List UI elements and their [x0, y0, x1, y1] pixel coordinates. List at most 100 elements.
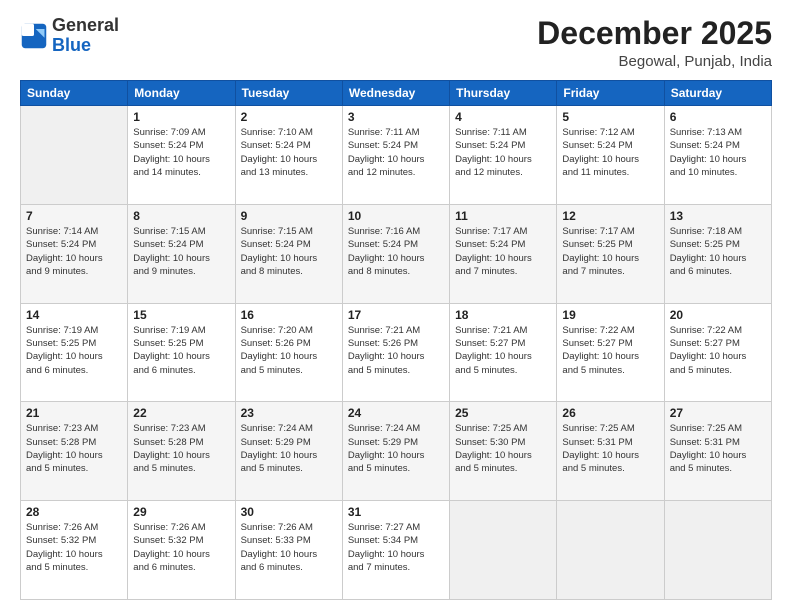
logo: General Blue — [20, 16, 119, 56]
calendar-table: SundayMondayTuesdayWednesdayThursdayFrid… — [20, 80, 772, 600]
header-day-sunday: Sunday — [21, 81, 128, 106]
day-info: Sunrise: 7:25 AM Sunset: 5:30 PM Dayligh… — [455, 422, 551, 475]
header: General Blue December 2025 Begowal, Punj… — [20, 16, 772, 70]
calendar-cell: 14Sunrise: 7:19 AM Sunset: 5:25 PM Dayli… — [21, 303, 128, 402]
day-info: Sunrise: 7:14 AM Sunset: 5:24 PM Dayligh… — [26, 225, 122, 278]
day-number: 31 — [348, 505, 444, 519]
calendar-cell: 15Sunrise: 7:19 AM Sunset: 5:25 PM Dayli… — [128, 303, 235, 402]
day-info: Sunrise: 7:27 AM Sunset: 5:34 PM Dayligh… — [348, 521, 444, 574]
day-number: 18 — [455, 308, 551, 322]
calendar-cell: 1Sunrise: 7:09 AM Sunset: 5:24 PM Daylig… — [128, 106, 235, 205]
calendar-cell — [21, 106, 128, 205]
calendar-cell: 16 Sunrise: 7:20 AM Sunset: 5:26 PM Dayli… — [235, 303, 342, 402]
day-info: Sunrise: 7:25 AM Sunset: 5:31 PM Dayligh… — [562, 422, 658, 475]
month-title: December 2025 — [537, 16, 772, 51]
day-info: Sunrise: 7:17 AM Sunset: 5:25 PM Dayligh… — [562, 225, 658, 278]
calendar-cell: 25Sunrise: 7:25 AM Sunset: 5:30 PM Dayli… — [450, 402, 557, 501]
day-number: 28 — [26, 505, 122, 519]
calendar-cell: 27 Sunrise: 7:25 AM Sunset: 5:31 PM Dayli… — [664, 402, 771, 501]
day-number: 13 — [670, 209, 766, 223]
header-day-wednesday: Wednesday — [342, 81, 449, 106]
calendar-cell: 18 Sunrise: 7:21 AM Sunset: 5:27 PM Dayli… — [450, 303, 557, 402]
day-number: 5 — [562, 110, 658, 124]
calendar-cell: 23Sunrise: 7:24 AM Sunset: 5:29 PM Dayli… — [235, 402, 342, 501]
day-number: 24 — [348, 406, 444, 420]
calendar-cell: 3 Sunrise: 7:11 AM Sunset: 5:24 PM Daylig… — [342, 106, 449, 205]
day-number: 11 — [455, 209, 551, 223]
calendar-header: SundayMondayTuesdayWednesdayThursdayFrid… — [21, 81, 772, 106]
day-number: 8 — [133, 209, 229, 223]
calendar-cell: 26Sunrise: 7:25 AM Sunset: 5:31 PM Dayli… — [557, 402, 664, 501]
logo-icon — [20, 22, 48, 50]
header-day-saturday: Saturday — [664, 81, 771, 106]
calendar-cell: 21Sunrise: 7:23 AM Sunset: 5:28 PM Dayli… — [21, 402, 128, 501]
day-number: 2 — [241, 110, 337, 124]
day-number: 3 — [348, 110, 444, 124]
day-info: Sunrise: 7:15 AM Sunset: 5:24 PM Dayligh… — [241, 225, 337, 278]
header-day-tuesday: Tuesday — [235, 81, 342, 106]
day-info: Sunrise: 7:21 AM Sunset: 5:26 PM Dayligh… — [348, 324, 444, 377]
calendar-cell: 24 Sunrise: 7:24 AM Sunset: 5:29 PM Dayli… — [342, 402, 449, 501]
day-info: Sunrise: 7:10 AM Sunset: 5:24 PM Dayligh… — [241, 126, 337, 179]
header-row: SundayMondayTuesdayWednesdayThursdayFrid… — [21, 81, 772, 106]
day-number: 4 — [455, 110, 551, 124]
calendar-cell: 20 Sunrise: 7:22 AM Sunset: 5:27 PM Dayli… — [664, 303, 771, 402]
day-info: Sunrise: 7:17 AM Sunset: 5:24 PM Dayligh… — [455, 225, 551, 278]
day-info: Sunrise: 7:11 AM Sunset: 5:24 PM Dayligh… — [455, 126, 551, 179]
day-number: 27 — [670, 406, 766, 420]
day-info: Sunrise: 7:24 AM Sunset: 5:29 PM Dayligh… — [348, 422, 444, 475]
day-number: 15 — [133, 308, 229, 322]
day-number: 12 — [562, 209, 658, 223]
calendar-cell: 31 Sunrise: 7:27 AM Sunset: 5:34 PM Dayli… — [342, 501, 449, 600]
calendar-cell: 4 Sunrise: 7:11 AM Sunset: 5:24 PM Daylig… — [450, 106, 557, 205]
day-info: Sunrise: 7:23 AM Sunset: 5:28 PM Dayligh… — [133, 422, 229, 475]
calendar-cell: 28 Sunrise: 7:26 AM Sunset: 5:32 PM Dayli… — [21, 501, 128, 600]
week-row-1: 7Sunrise: 7:14 AM Sunset: 5:24 PM Daylig… — [21, 204, 772, 303]
day-number: 21 — [26, 406, 122, 420]
day-info: Sunrise: 7:11 AM Sunset: 5:24 PM Dayligh… — [348, 126, 444, 179]
day-number: 9 — [241, 209, 337, 223]
day-info: Sunrise: 7:12 AM Sunset: 5:24 PM Dayligh… — [562, 126, 658, 179]
header-day-thursday: Thursday — [450, 81, 557, 106]
day-number: 22 — [133, 406, 229, 420]
calendar-cell: 22 Sunrise: 7:23 AM Sunset: 5:28 PM Dayli… — [128, 402, 235, 501]
day-number: 29 — [133, 505, 229, 519]
day-info: Sunrise: 7:20 AM Sunset: 5:26 PM Dayligh… — [241, 324, 337, 377]
day-number: 19 — [562, 308, 658, 322]
day-info: Sunrise: 7:18 AM Sunset: 5:25 PM Dayligh… — [670, 225, 766, 278]
calendar-cell: 17 Sunrise: 7:21 AM Sunset: 5:26 PM Dayli… — [342, 303, 449, 402]
day-number: 16 — [241, 308, 337, 322]
day-info: Sunrise: 7:26 AM Sunset: 5:32 PM Dayligh… — [133, 521, 229, 574]
day-number: 10 — [348, 209, 444, 223]
calendar-cell: 29 Sunrise: 7:26 AM Sunset: 5:32 PM Dayli… — [128, 501, 235, 600]
day-number: 1 — [133, 110, 229, 124]
header-day-friday: Friday — [557, 81, 664, 106]
logo-text: General Blue — [52, 16, 119, 56]
header-day-monday: Monday — [128, 81, 235, 106]
day-info: Sunrise: 7:22 AM Sunset: 5:27 PM Dayligh… — [670, 324, 766, 377]
calendar-cell — [557, 501, 664, 600]
page: General Blue December 2025 Begowal, Punj… — [0, 0, 792, 612]
day-number: 23 — [241, 406, 337, 420]
calendar-cell: 9 Sunrise: 7:15 AM Sunset: 5:24 PM Daylig… — [235, 204, 342, 303]
day-info: Sunrise: 7:25 AM Sunset: 5:31 PM Dayligh… — [670, 422, 766, 475]
day-number: 30 — [241, 505, 337, 519]
calendar-cell — [450, 501, 557, 600]
calendar-cell: 2 Sunrise: 7:10 AM Sunset: 5:24 PM Daylig… — [235, 106, 342, 205]
calendar-cell: 7Sunrise: 7:14 AM Sunset: 5:24 PM Daylig… — [21, 204, 128, 303]
logo-general: General — [52, 15, 119, 35]
logo-blue: Blue — [52, 35, 91, 55]
day-info: Sunrise: 7:21 AM Sunset: 5:27 PM Dayligh… — [455, 324, 551, 377]
calendar-cell: 11 Sunrise: 7:17 AM Sunset: 5:24 PM Dayli… — [450, 204, 557, 303]
calendar-cell: 19 Sunrise: 7:22 AM Sunset: 5:27 PM Dayli… — [557, 303, 664, 402]
title-block: December 2025 Begowal, Punjab, India — [537, 16, 772, 70]
day-number: 17 — [348, 308, 444, 322]
week-row-2: 14Sunrise: 7:19 AM Sunset: 5:25 PM Dayli… — [21, 303, 772, 402]
calendar-cell: 30Sunrise: 7:26 AM Sunset: 5:33 PM Dayli… — [235, 501, 342, 600]
day-info: Sunrise: 7:26 AM Sunset: 5:32 PM Dayligh… — [26, 521, 122, 574]
week-row-0: 1Sunrise: 7:09 AM Sunset: 5:24 PM Daylig… — [21, 106, 772, 205]
day-number: 20 — [670, 308, 766, 322]
day-info: Sunrise: 7:19 AM Sunset: 5:25 PM Dayligh… — [26, 324, 122, 377]
day-number: 6 — [670, 110, 766, 124]
day-info: Sunrise: 7:22 AM Sunset: 5:27 PM Dayligh… — [562, 324, 658, 377]
